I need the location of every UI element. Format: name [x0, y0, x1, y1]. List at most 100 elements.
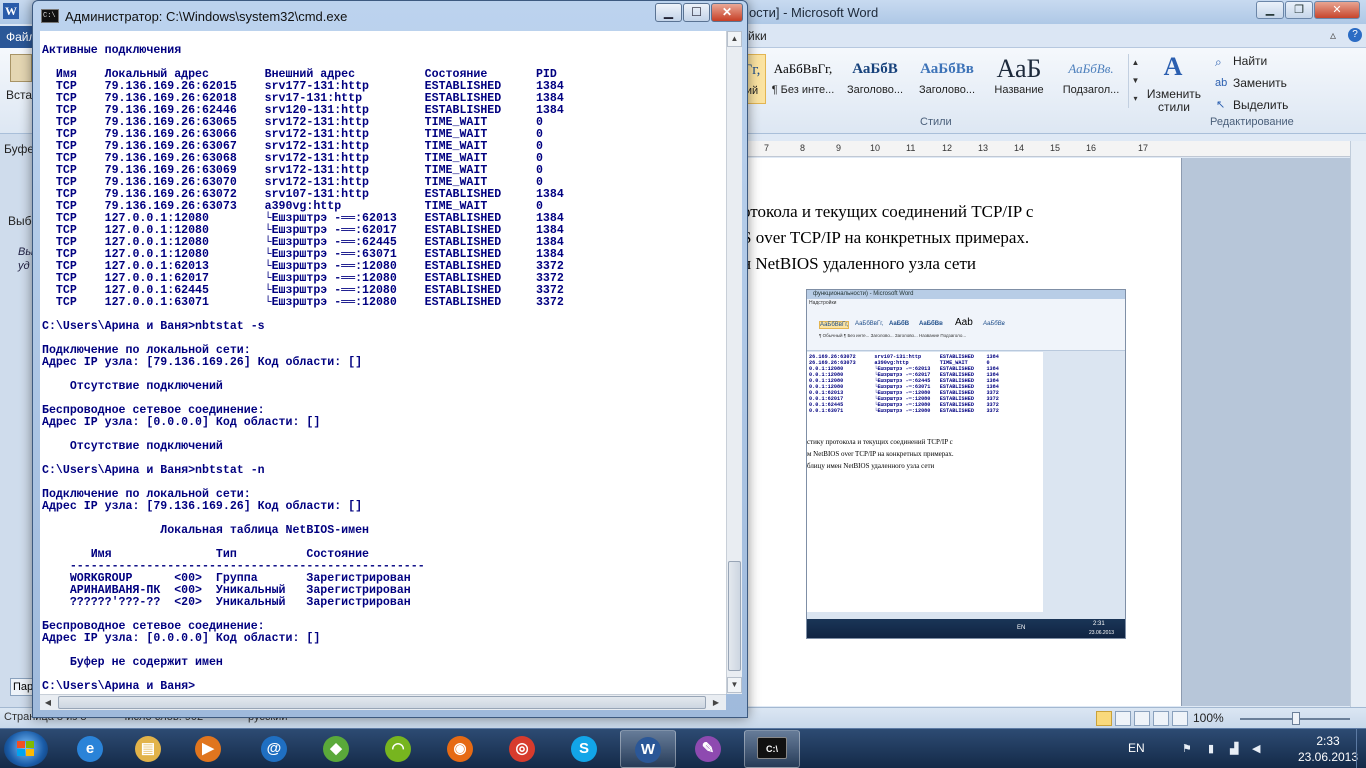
clock-time: 2:33 [1316, 734, 1340, 748]
tab-addins[interactable]: йки [748, 29, 767, 43]
document-page[interactable]: отокола и текущих соединений TCP/IP с S … [742, 158, 1182, 706]
scroll-down-icon[interactable]: ▼ [727, 677, 742, 693]
horizontal-ruler[interactable]: 7 8 9 10 11 12 13 14 15 16 17 [742, 141, 1352, 157]
cmd-console[interactable]: Активные подключения Имя Локальный адрес… [40, 31, 726, 694]
cmd-window-title: Администратор: C:\Windows\system32\cmd.e… [65, 9, 348, 24]
embed-ribbon: Надстройки АаБбВвГг, АаБбВвГг, АаБбВ АаБ… [807, 299, 1125, 351]
taskbar: e ▤ ▶ @ ◆ ◠ ◉ ◎ S W ✎ C:\ EN ⚑ ▮ ▟ ◀ 2:33 23.06.201… [0, 728, 1366, 768]
cmd-titlebar[interactable]: C:\ Администратор: C:\Windows\system32\c… [33, 1, 747, 31]
replace-button[interactable]: Заменить [1233, 76, 1287, 90]
select-button[interactable]: Выделить [1233, 98, 1288, 112]
cmd-icon: C:\ [757, 737, 787, 759]
doc-line-1: отокола и текущих соединений TCP/IP с [742, 202, 1034, 221]
taskbar-skype-button[interactable]: S [556, 730, 612, 768]
outline-view-button[interactable] [1153, 711, 1169, 726]
show-desktop-button[interactable] [1356, 729, 1366, 768]
word-restore-button[interactable]: ❐ [1285, 1, 1313, 19]
taskbar-wifi-app-button[interactable]: ◠ [370, 730, 426, 768]
word-window-title: мости] - Microsoft Word [740, 5, 879, 20]
styles-scroll-icon[interactable]: ▲ ▼ ▾ [1128, 54, 1142, 108]
taskbar-media-player-button[interactable]: ▶ [180, 730, 236, 768]
taskbar-internet-explorer-button[interactable]: e [62, 730, 118, 768]
embed-doc-text: стику протокола и текущих соединений TCP… [807, 438, 954, 470]
browser-blue-icon: @ [261, 736, 287, 762]
cmd-maximize-button[interactable]: ☐ [683, 3, 710, 22]
taskbar-pencil-app-button[interactable]: ✎ [680, 730, 736, 768]
cmd-minimize-button[interactable]: ▁ [655, 3, 682, 22]
cmd-hscroll-thumb[interactable] [58, 696, 706, 709]
taskbar-cmd-button[interactable]: C:\ [744, 730, 800, 768]
windows-logo-icon [17, 741, 35, 757]
embed-title: функциональности) - Microsoft Word [807, 290, 1125, 299]
full-screen-view-button[interactable] [1115, 711, 1131, 726]
firefox-icon: ◉ [447, 736, 473, 762]
scroll-left-icon[interactable]: ◀ [40, 695, 56, 710]
cmd-window[interactable]: C:\ Администратор: C:\Windows\system32\c… [32, 0, 748, 718]
battery-icon[interactable]: ▮ [1208, 742, 1220, 755]
taskbar-word-button[interactable]: W [620, 730, 676, 768]
zoom-level[interactable]: 100% [1193, 711, 1224, 725]
clock-date: 23.06.2013 [1297, 750, 1359, 764]
select-icon: ↖ [1216, 99, 1226, 111]
embed-cmd-output: 26.169.26:63072 srv107-131:http ESTABLIS… [807, 352, 1043, 612]
print-layout-view-button[interactable] [1096, 711, 1112, 726]
cmd-output[interactable]: Активные подключения Имя Локальный адрес… [40, 31, 726, 693]
clipboard-label: Буфе [4, 142, 35, 156]
word-close-button[interactable]: ✕ [1314, 1, 1360, 19]
find-icon: ⌕ [1215, 55, 1222, 69]
styles-group-label: Стили [920, 116, 952, 128]
doc-line-3: н NetBIOS удаленного узла сети [742, 254, 976, 273]
word-app-icon[interactable]: W [3, 3, 19, 19]
change-styles-button[interactable]: Изменить стили [1146, 88, 1202, 114]
minimize-ribbon-icon[interactable]: ▵ [1330, 28, 1336, 42]
doc-line-2: S over TCP/IP на конкретных примерах. [742, 228, 1030, 247]
zoom-slider-thumb[interactable] [1292, 712, 1300, 725]
taskbar-file-explorer-button[interactable]: ▤ [120, 730, 176, 768]
scroll-right-icon[interactable]: ▶ [708, 695, 724, 710]
cmd-vertical-scrollbar[interactable]: ▲ ▼ [726, 31, 742, 694]
paste-icon[interactable] [10, 54, 32, 82]
wifi-app-icon: ◠ [385, 736, 411, 762]
web-layout-view-button[interactable] [1134, 711, 1150, 726]
system-clock[interactable]: 2:33 23.06.2013 [1296, 733, 1360, 765]
cmd-vscroll-thumb[interactable] [728, 561, 741, 671]
cmd-horizontal-scrollbar[interactable]: ◀ ▶ [40, 694, 726, 710]
style-heading-1[interactable]: АаБбВ Заголово... [840, 54, 910, 104]
change-styles-icon[interactable]: A [1156, 52, 1190, 84]
skype-icon: S [571, 736, 597, 762]
start-button[interactable] [4, 731, 48, 767]
find-button[interactable]: Найти [1233, 54, 1267, 68]
embedded-screenshot[interactable]: функциональности) - Microsoft Word Надст… [806, 289, 1126, 639]
replace-icon: ab [1215, 77, 1228, 89]
word-icon: W [635, 737, 661, 763]
media-player-icon: ▶ [195, 736, 221, 762]
style-title[interactable]: АаБ Название [984, 54, 1054, 104]
taskbar-chrome-button[interactable]: ◎ [494, 730, 550, 768]
system-tray: EN ⚑ ▮ ▟ ◀ 2:33 23.06.2013 [1120, 729, 1366, 768]
taskbar-firefox-button[interactable]: ◉ [432, 730, 488, 768]
flag-tray-icon[interactable]: ⚑ [1182, 742, 1194, 755]
cmd-close-button[interactable]: ✕ [711, 3, 743, 22]
volume-icon[interactable]: ◀ [1252, 742, 1264, 755]
help-icon[interactable]: ? [1348, 28, 1362, 42]
language-indicator[interactable]: EN [1128, 741, 1145, 755]
internet-explorer-icon: e [77, 736, 103, 762]
style-heading-2[interactable]: АаБбВв Заголово... [912, 54, 982, 104]
draft-view-button[interactable] [1172, 711, 1188, 726]
taskbar-browser-blue-button[interactable]: @ [246, 730, 302, 768]
network-icon[interactable]: ▟ [1230, 742, 1242, 755]
scroll-up-icon[interactable]: ▲ [727, 31, 742, 47]
word-vertical-scrollbar[interactable] [1350, 141, 1366, 707]
panel-text-2: уд [18, 260, 30, 272]
style-subtitle[interactable]: АаБбВв. Подзагол... [1056, 54, 1126, 104]
file-explorer-icon: ▤ [135, 736, 161, 762]
embed-taskbar: EN 2:31 23.06.2013 [807, 619, 1125, 638]
style-no-spacing[interactable]: АаБбВвГг, ¶ Без инте... [768, 54, 838, 104]
document-area[interactable]: отокола и текущих соединений TCP/IP с S … [742, 158, 1350, 706]
pencil-app-icon: ✎ [695, 736, 721, 762]
word-minimize-button[interactable]: ▁ [1256, 1, 1284, 19]
browser-green-icon: ◆ [323, 736, 349, 762]
taskbar-browser-green-button[interactable]: ◆ [308, 730, 364, 768]
chrome-icon: ◎ [509, 736, 535, 762]
cmd-app-icon[interactable]: C:\ [41, 9, 59, 23]
